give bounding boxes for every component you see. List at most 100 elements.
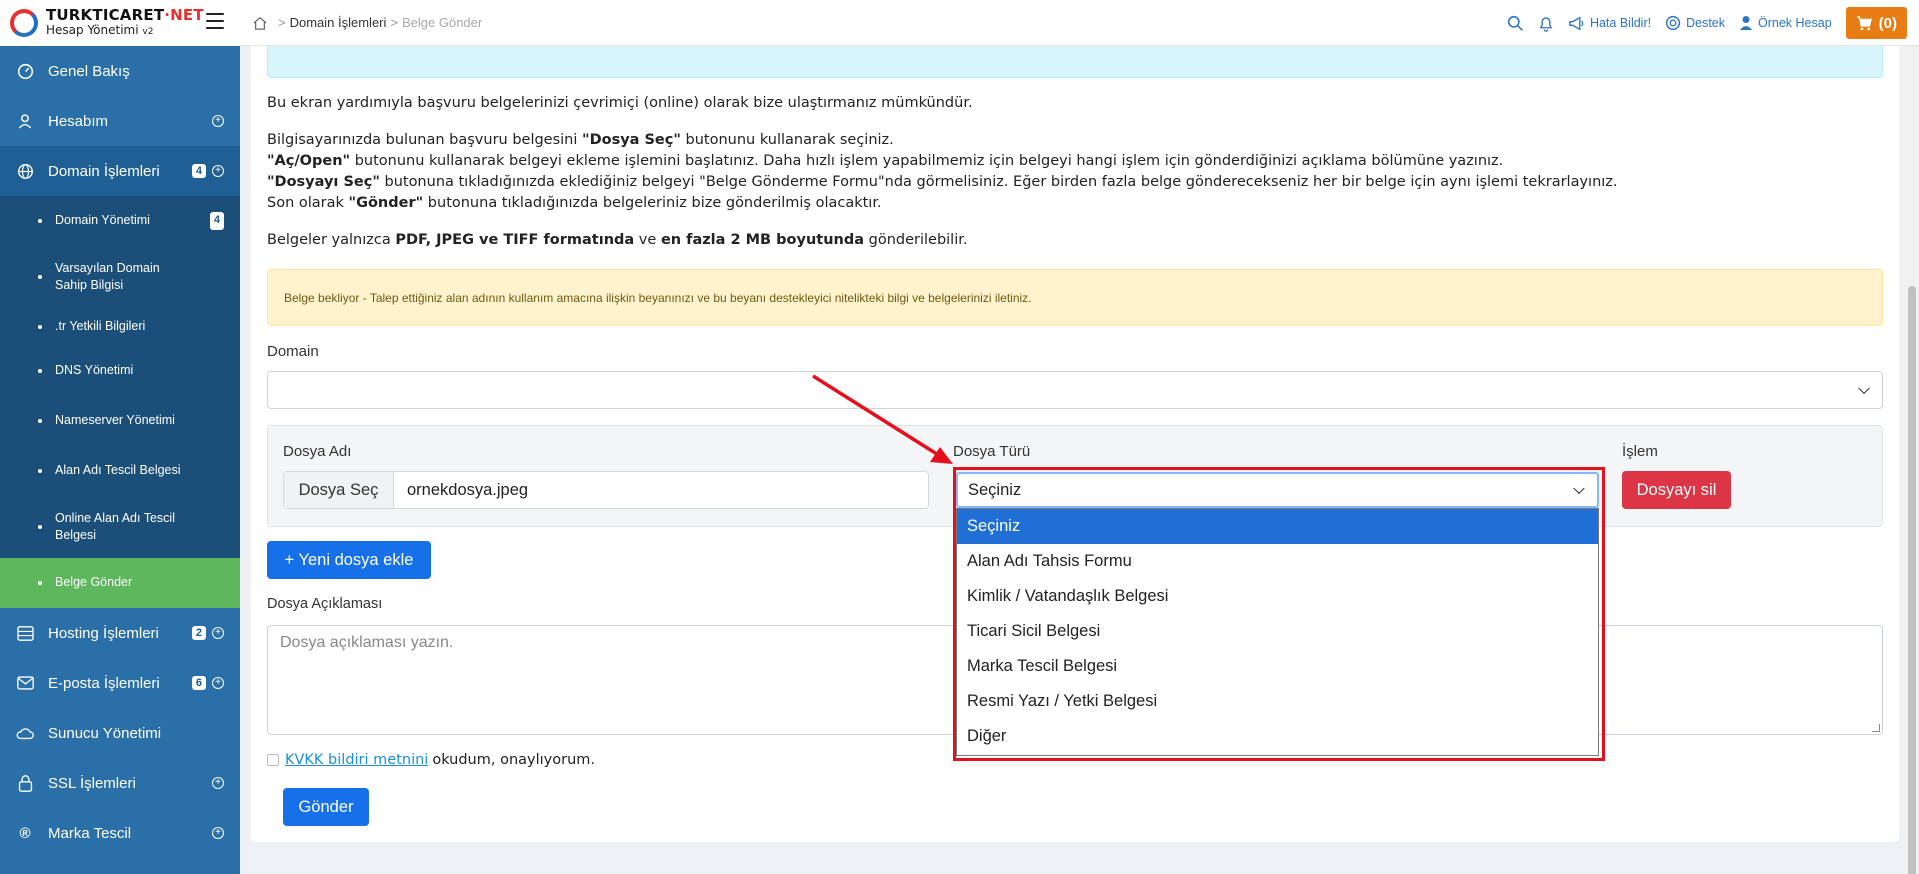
info-banner [267, 46, 1883, 78]
search-icon[interactable] [1507, 15, 1524, 32]
add-file-button[interactable]: + Yeni dosya ekle [267, 541, 431, 579]
sidebar-item-domain[interactable]: Domain İşlemleri 4 + [0, 146, 240, 196]
sidebar-item-trademark[interactable]: ® Marka Tescil + [0, 808, 240, 858]
subitem-tr-authorized[interactable]: .tr Yetkili Bilgileri [0, 308, 240, 346]
topbar-actions: Hata Bildir! Destek Örnek Hesap (0) [1493, 0, 1907, 46]
subitem-label: Belge Gönder [55, 575, 133, 590]
subitem-label: Alan Adı Tescil Belgesi [55, 463, 181, 478]
megaphone-icon [1569, 16, 1584, 30]
logo[interactable]: TURKTICARET·NET Hesap Yönetimi v2 [0, 0, 240, 46]
kvkk-consent: KVKK bildiri metnini okudum, onaylıyorum… [267, 752, 595, 768]
resize-handle-icon[interactable] [1872, 724, 1880, 732]
scroll-thumb[interactable] [1908, 286, 1916, 874]
sidebar-item-label: Hesabım [48, 112, 109, 130]
sidebar-item-overview[interactable]: Genel Bakış [0, 46, 240, 96]
sidebar-item-label: Marka Tescil [48, 824, 132, 842]
subitem-label: Varsayılan Domain Sahip Bilgisi [55, 260, 160, 293]
submit-button[interactable]: Gönder [283, 788, 369, 826]
server-icon [16, 624, 34, 642]
cart-button[interactable]: (0) [1845, 7, 1907, 39]
sidebar-item-label: SSL İşlemleri [48, 774, 136, 792]
sidebar-item-label: Domain İşlemleri [48, 162, 160, 180]
subitem-domain-management[interactable]: Domain Yönetimi 4 [0, 196, 240, 246]
account-label: Örnek Hesap [1758, 16, 1832, 30]
report-bug-link[interactable]: Hata Bildir! [1568, 16, 1651, 31]
breadcrumb-separator: > [278, 15, 286, 30]
sidebar-item-email[interactable]: E-posta İşlemleri 6 + [0, 658, 240, 708]
brand-title: TURKTICARET [46, 6, 165, 25]
logo-icon [10, 9, 38, 37]
kvkk-link[interactable]: KVKK bildiri metnini [285, 752, 428, 768]
report-bug-label: Hata Bildir! [1589, 16, 1652, 30]
page-scrollbar[interactable] [1905, 46, 1919, 874]
expand-icon: + [212, 115, 224, 127]
envelope-icon [16, 674, 34, 692]
count-badge: 4 [191, 164, 206, 178]
bell-icon[interactable] [1538, 15, 1554, 32]
sidebar-item-account[interactable]: Hesabım + [0, 96, 240, 146]
sidebar-item-label: Genel Bakış [48, 62, 130, 80]
file-input[interactable]: Dosya Seç ornekdosya.jpeg [283, 471, 929, 509]
expand-icon: + [212, 627, 224, 639]
breadcrumb-current: Belge Gönder [402, 15, 483, 30]
breadcrumb: > Domain İşlemleri > Belge Gönder [240, 15, 482, 30]
sidebar-item-label: Sunucu Yönetimi [48, 724, 162, 742]
selected-file-name: ornekdosya.jpeg [407, 480, 529, 499]
gauge-icon [16, 62, 34, 80]
expand-icon: + [212, 777, 224, 789]
subitem-nameserver[interactable]: Nameserver Yönetimi [0, 396, 240, 446]
cloud-icon [16, 724, 34, 742]
user-icon [1739, 16, 1753, 30]
subitem-dns[interactable]: DNS Yönetimi [0, 346, 240, 396]
instructions: Bilgisayarınızda bulunan başvuru belgesi… [267, 132, 1618, 211]
sidebar-item-server[interactable]: Sunucu Yönetimi [0, 708, 240, 758]
cart-icon [1856, 15, 1872, 30]
account-link[interactable]: Örnek Hesap [1739, 15, 1832, 31]
brand-version: v2 [142, 27, 154, 38]
warning-alert: Belge bekliyor - Talep ettiğiniz alan ad… [267, 269, 1883, 326]
count-badge: 6 [191, 676, 206, 690]
sidebar-nav: Genel Bakış Hesabım + Domain İşlemleri 4… [0, 46, 240, 858]
kvkk-checkbox[interactable] [267, 754, 279, 766]
subitem-send-document[interactable]: Belge Gönder [0, 558, 240, 608]
sidebar-item-label: E-posta İşlemleri [48, 674, 160, 692]
home-icon[interactable] [252, 16, 268, 30]
user-icon [16, 112, 34, 130]
support-label: Destek [1686, 16, 1725, 30]
subitem-label: Online Alan Adı Tescil Belgesi [55, 510, 175, 543]
subitem-label: Domain Yönetimi [55, 213, 150, 228]
delete-file-button[interactable]: Dosyayı sil [1622, 471, 1731, 509]
brand-subtitle: Hesap Yönetimi [46, 23, 139, 38]
subitem-online-registration-doc[interactable]: Online Alan Adı Tescil Belgesi [0, 496, 240, 558]
intro-text: Bu ekran yardımıyla başvuru belgeleriniz… [267, 95, 973, 111]
globe-icon [16, 162, 34, 180]
chevron-down-icon [1858, 382, 1870, 395]
count-badge: 4 [209, 212, 224, 230]
kvkk-text: okudum, onaylıyorum. [432, 752, 595, 768]
subitem-registration-doc[interactable]: Alan Adı Tescil Belgesi [0, 446, 240, 496]
description-label: Dosya Açıklaması [267, 596, 383, 612]
sidebar-item-hosting[interactable]: Hosting İşlemleri 2 + [0, 608, 240, 658]
file-name-label: Dosya Adı [283, 443, 352, 460]
lifebuoy-icon [1665, 15, 1681, 31]
count-badge: 2 [191, 626, 206, 640]
subitem-default-owner[interactable]: Varsayılan Domain Sahip Bilgisi [0, 246, 240, 308]
topbar: > Domain İşlemleri > Belge Gönder Hata B… [240, 0, 1919, 46]
menu-toggle-icon[interactable] [206, 13, 224, 29]
breadcrumb-item[interactable]: Domain İşlemleri [290, 15, 387, 30]
brand-title-net: NET [170, 6, 204, 25]
subitem-label: Nameserver Yönetimi [55, 413, 175, 428]
subitem-label: DNS Yönetimi [55, 363, 134, 378]
sidebar-item-ssl[interactable]: SSL İşlemleri + [0, 758, 240, 808]
sidebar-item-label: Hosting İşlemleri [48, 624, 159, 642]
domain-select[interactable] [267, 371, 1883, 409]
cart-count: (0) [1878, 14, 1897, 32]
support-link[interactable]: Destek [1665, 15, 1725, 31]
expand-icon: + [212, 165, 224, 177]
subitem-label: .tr Yetkili Bilgileri [55, 319, 146, 334]
domain-label: Domain [267, 343, 319, 360]
format-note: Belgeler yalnızca PDF, JPEG ve TIFF form… [267, 232, 968, 248]
domain-submenu: Domain Yönetimi 4 Varsayılan Domain Sahip… [0, 196, 240, 608]
sidebar: TURKTICARET·NET Hesap Yönetimi v2 Genel … [0, 0, 240, 874]
choose-file-button[interactable]: Dosya Seç [284, 472, 394, 508]
